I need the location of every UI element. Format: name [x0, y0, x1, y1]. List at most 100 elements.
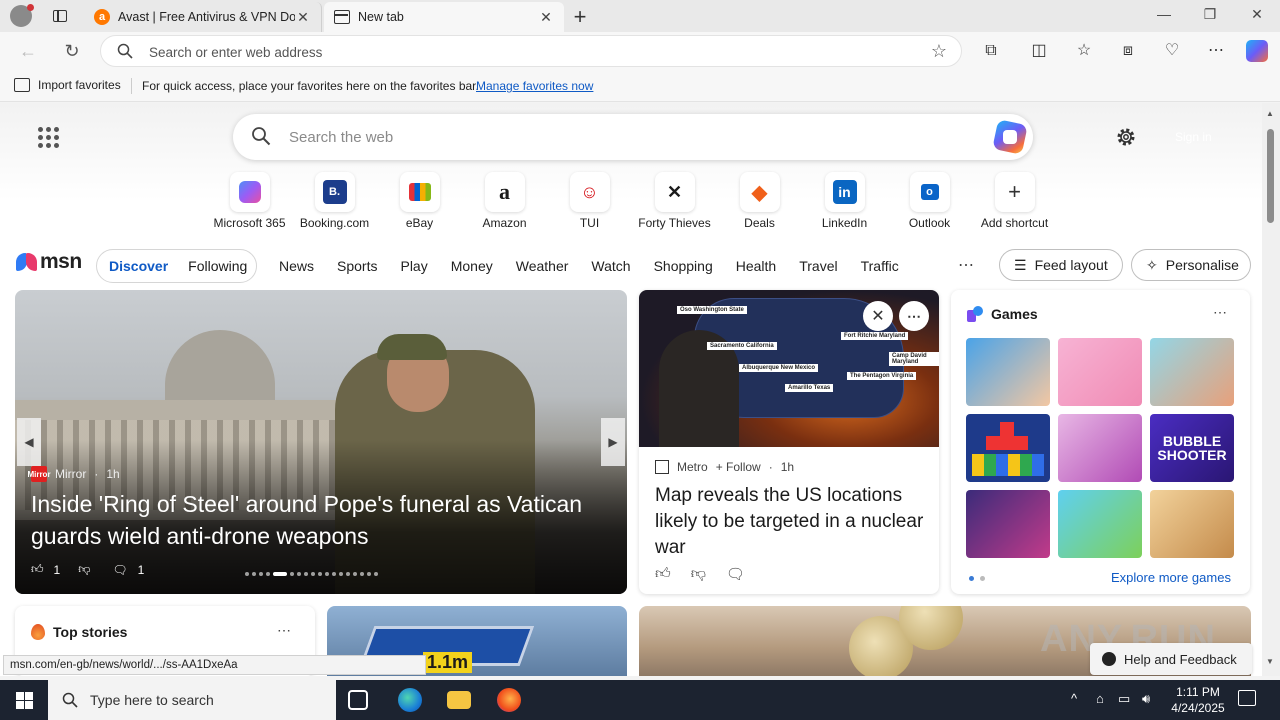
like-icon[interactable]: 👍︎: [655, 565, 671, 583]
taskbar-search[interactable]: Type here to search: [48, 680, 336, 720]
page-scrollbar[interactable]: ▲ ▼: [1262, 103, 1280, 676]
category-watch[interactable]: Watch: [591, 258, 630, 274]
explore-more-games-link[interactable]: Explore more games: [1111, 570, 1231, 585]
tray-chevron-icon[interactable]: ^: [1071, 691, 1077, 706]
manage-favorites-link[interactable]: Manage favorites now: [476, 79, 593, 93]
sign-in-button[interactable]: Sign in: [1175, 130, 1212, 144]
category-travel[interactable]: Travel: [799, 258, 837, 274]
volume-icon[interactable]: 🔊︎: [1142, 691, 1150, 707]
tab-avast[interactable]: a Avast | Free Antivirus & VPN Dow ✕: [84, 2, 322, 32]
task-view-icon[interactable]: [348, 690, 368, 710]
category-health[interactable]: Health: [736, 258, 776, 274]
shortcut-outlook[interactable]: o Outlook: [887, 172, 972, 232]
more-options-icon[interactable]: ⋯: [899, 301, 929, 331]
hero-source-name[interactable]: Mirror: [55, 467, 86, 481]
web-search-input[interactable]: Search the web: [289, 129, 393, 146]
shortcut-linkedin[interactable]: in LinkedIn: [802, 172, 887, 232]
comment-icon[interactable]: 🗨︎: [112, 563, 127, 577]
shortcut-booking[interactable]: B. Booking.com: [292, 172, 377, 232]
shortcut-tui[interactable]: ☺ TUI: [547, 172, 632, 232]
copilot-icon[interactable]: [992, 119, 1028, 155]
game-tile[interactable]: [1150, 338, 1234, 406]
category-traffic[interactable]: Traffic: [861, 258, 899, 274]
game-tile[interactable]: [966, 338, 1050, 406]
hero-carousel-card[interactable]: ◀ ▶ Mirror Mirror · 1h Inside 'Ring of S…: [15, 290, 627, 594]
close-tab-icon[interactable]: ✕: [295, 9, 311, 26]
tab-new-tab[interactable]: New tab ✕: [324, 2, 564, 32]
msn-logo[interactable]: msn: [16, 250, 82, 274]
more-options-icon[interactable]: ⋯: [1213, 304, 1227, 321]
address-input[interactable]: Search or enter web address: [149, 45, 322, 60]
refresh-icon[interactable]: ↻: [60, 39, 84, 63]
news-card-map[interactable]: Oso Washington State Sacramento Californ…: [639, 290, 939, 594]
game-tile[interactable]: [1058, 490, 1142, 558]
shortcut-forty-thieves[interactable]: ✕ Forty Thieves: [632, 172, 717, 232]
tab-following[interactable]: Following: [188, 258, 247, 274]
comment-icon[interactable]: 🗨︎: [726, 565, 745, 583]
restore-button[interactable]: ❐: [1198, 6, 1222, 23]
help-feedback-button[interactable]: Help and Feedback: [1090, 643, 1252, 675]
edge-taskbar-icon[interactable]: [398, 688, 422, 712]
settings-more-icon[interactable]: ⋯: [1205, 40, 1227, 62]
close-tab-icon[interactable]: ✕: [538, 9, 554, 26]
extensions-icon[interactable]: ⧉: [980, 40, 1002, 62]
new-tab-button[interactable]: +: [568, 4, 592, 30]
copilot-icon[interactable]: [1246, 40, 1268, 62]
category-news[interactable]: News: [279, 258, 314, 274]
close-icon[interactable]: ✕: [863, 301, 893, 331]
tab-discover[interactable]: Discover: [109, 258, 168, 274]
game-tile[interactable]: [966, 414, 1050, 482]
category-money[interactable]: Money: [451, 258, 493, 274]
game-tile[interactable]: BUBBLE SHOOTER: [1150, 414, 1234, 482]
more-categories-icon[interactable]: ⋯: [958, 255, 974, 275]
shortcut-microsoft-365[interactable]: Microsoft 365: [207, 172, 292, 232]
web-search-box[interactable]: Search the web: [233, 114, 1033, 160]
category-play[interactable]: Play: [400, 258, 427, 274]
notification-center-icon[interactable]: [1238, 690, 1256, 706]
shortcut-add[interactable]: + Add shortcut: [972, 172, 1057, 232]
game-tile[interactable]: [1058, 414, 1142, 482]
category-weather[interactable]: Weather: [516, 258, 569, 274]
split-screen-icon[interactable]: ◫: [1028, 40, 1050, 62]
tab-actions-icon[interactable]: [50, 6, 70, 26]
collections-icon[interactable]: ⧈: [1117, 40, 1139, 62]
carousel-next-button[interactable]: ▶: [601, 418, 625, 466]
scrollbar-thumb[interactable]: [1267, 129, 1274, 223]
game-tile[interactable]: [1150, 490, 1234, 558]
favorites-icon[interactable]: ☆: [1073, 40, 1095, 62]
game-tile[interactable]: [1058, 338, 1142, 406]
shortcut-ebay[interactable]: eBay: [377, 172, 462, 232]
system-clock[interactable]: 1:11 PM 4/24/2025: [1168, 684, 1228, 716]
favorite-star-icon[interactable]: ☆: [931, 41, 947, 62]
category-sports[interactable]: Sports: [337, 258, 377, 274]
shortcut-amazon[interactable]: a Amazon: [462, 172, 547, 232]
personalise-button[interactable]: ✧ Personalise: [1131, 249, 1251, 281]
dislike-icon[interactable]: 👎︎: [78, 562, 90, 577]
carousel-prev-button[interactable]: ◀: [17, 418, 41, 466]
hero-headline[interactable]: Inside 'Ring of Steel' around Pope's fun…: [31, 488, 591, 552]
network-icon[interactable]: ▭: [1118, 691, 1130, 707]
scroll-up-icon[interactable]: ▲: [1266, 109, 1274, 118]
device-icon[interactable]: ⌂: [1096, 691, 1104, 706]
close-window-button[interactable]: ✕: [1245, 6, 1269, 23]
windows-start-icon[interactable]: [0, 680, 48, 720]
import-favorites-button[interactable]: Import favorites: [14, 78, 121, 92]
feed-layout-button[interactable]: ☰ Feed layout: [999, 249, 1123, 281]
scroll-down-icon[interactable]: ▼: [1266, 657, 1274, 666]
gear-icon[interactable]: [1114, 125, 1138, 149]
browser-essentials-icon[interactable]: ♡: [1161, 40, 1183, 62]
taskbar-search-input[interactable]: Type here to search: [90, 692, 214, 708]
game-tile[interactable]: [966, 490, 1050, 558]
address-bar[interactable]: Search or enter web address ☆: [100, 35, 962, 67]
more-options-icon[interactable]: ⋯: [277, 622, 291, 639]
file-explorer-icon[interactable]: [447, 691, 471, 709]
dislike-icon[interactable]: 👎︎: [691, 565, 706, 583]
card-source-name[interactable]: Metro: [677, 460, 708, 474]
follow-button[interactable]: + Follow: [716, 460, 761, 474]
card-headline[interactable]: Map reveals the US locations likely to b…: [655, 483, 927, 561]
like-icon[interactable]: 👍︎: [31, 562, 44, 577]
minimize-button[interactable]: —: [1152, 6, 1176, 22]
app-launcher-icon[interactable]: [38, 127, 59, 148]
category-shopping[interactable]: Shopping: [654, 258, 713, 274]
firefox-icon[interactable]: [497, 688, 521, 712]
